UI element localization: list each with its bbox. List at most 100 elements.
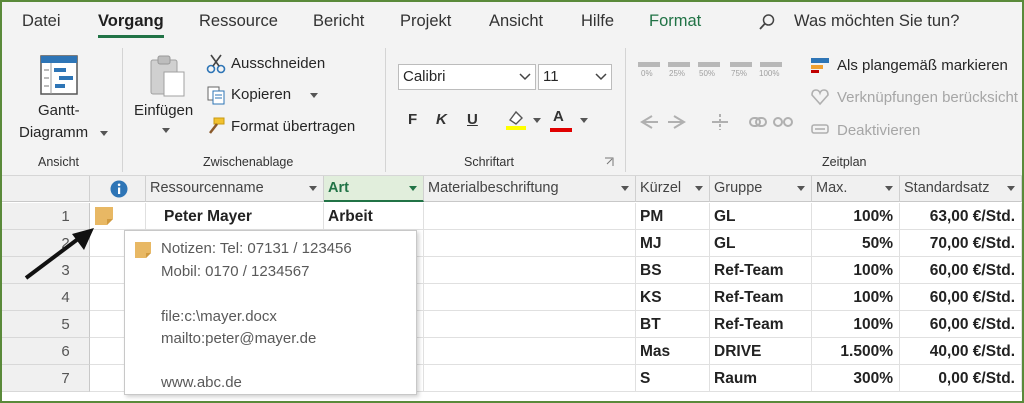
- percent-25-button[interactable]: 25%: [669, 69, 685, 78]
- copy-icon[interactable]: [206, 85, 226, 105]
- row-number[interactable]: 4: [2, 284, 90, 311]
- tab-vorgang[interactable]: Vorgang: [98, 12, 164, 38]
- standard-rate-cell[interactable]: 0,00 €/Std.: [900, 365, 1022, 392]
- chevron-down-icon[interactable]: [162, 128, 170, 134]
- paste-icon[interactable]: [147, 54, 187, 98]
- chevron-down-icon[interactable]: [519, 73, 531, 81]
- link-unlink-icon[interactable]: [748, 112, 794, 132]
- font-name-combo[interactable]: Calibri: [398, 64, 536, 90]
- column-header-max-units[interactable]: Max.: [812, 176, 900, 202]
- row-number[interactable]: 6: [2, 338, 90, 365]
- column-header-standard-rate[interactable]: Standardsatz: [900, 176, 1022, 202]
- standard-rate-cell[interactable]: 63,00 €/Std.: [900, 203, 1022, 230]
- filter-arrow-icon[interactable]: [797, 186, 805, 191]
- row-number[interactable]: 7: [2, 365, 90, 392]
- material-label-cell[interactable]: [424, 365, 636, 392]
- paste-label[interactable]: Einfügen: [134, 102, 193, 119]
- bold-button[interactable]: F: [408, 111, 417, 128]
- dialog-launcher-icon[interactable]: [604, 157, 614, 167]
- gantt-label-line2[interactable]: Diagramm: [19, 124, 88, 141]
- indent-outdent-icon[interactable]: [638, 112, 688, 132]
- mark-on-track-icon[interactable]: [810, 56, 830, 74]
- initials-cell[interactable]: KS: [636, 284, 710, 311]
- split-task-icon[interactable]: [710, 112, 730, 132]
- max-units-cell[interactable]: 1.500%: [812, 338, 900, 365]
- percent-100-button[interactable]: 100%: [759, 69, 779, 78]
- filter-arrow-icon[interactable]: [621, 186, 629, 191]
- standard-rate-cell[interactable]: 60,00 €/Std.: [900, 284, 1022, 311]
- max-units-cell[interactable]: 100%: [812, 203, 900, 230]
- row-number[interactable]: 5: [2, 311, 90, 338]
- column-header-initials[interactable]: Kürzel: [636, 176, 710, 202]
- tab-ressource[interactable]: Ressource: [199, 12, 278, 31]
- filter-arrow-icon[interactable]: [309, 186, 317, 191]
- deactivate-icon[interactable]: [810, 121, 830, 137]
- initials-cell[interactable]: BS: [636, 257, 710, 284]
- font-color-button[interactable]: A: [553, 108, 564, 125]
- material-label-cell[interactable]: [424, 257, 636, 284]
- material-label-cell[interactable]: [424, 230, 636, 257]
- respect-links-icon[interactable]: [810, 88, 830, 106]
- group-cell[interactable]: GL: [710, 230, 812, 257]
- max-units-cell[interactable]: 50%: [812, 230, 900, 257]
- column-header-type[interactable]: Art: [324, 176, 424, 202]
- deactivate-button[interactable]: Deaktivieren: [837, 122, 920, 139]
- type-cell[interactable]: Arbeit: [324, 203, 424, 230]
- gantt-label-line1[interactable]: Gantt-: [38, 102, 80, 119]
- group-cell[interactable]: Ref-Team: [710, 257, 812, 284]
- filter-arrow-icon[interactable]: [1007, 186, 1015, 191]
- mark-on-track-button[interactable]: Als plangemäß markieren: [837, 57, 1008, 74]
- percent-75-button[interactable]: 75%: [731, 69, 747, 78]
- note-indicator-icon[interactable]: [94, 206, 114, 226]
- highlight-color-icon[interactable]: [504, 108, 528, 132]
- initials-cell[interactable]: PM: [636, 203, 710, 230]
- initials-cell[interactable]: BT: [636, 311, 710, 338]
- material-label-cell[interactable]: [424, 311, 636, 338]
- respect-links-button[interactable]: Verknüpfungen berücksicht: [837, 89, 1018, 106]
- chevron-down-icon[interactable]: [580, 118, 588, 124]
- tab-format[interactable]: Format: [649, 12, 701, 31]
- tab-hilfe[interactable]: Hilfe: [581, 12, 614, 31]
- font-size-combo[interactable]: 11: [538, 64, 612, 90]
- chevron-down-icon[interactable]: [310, 93, 318, 99]
- chevron-down-icon[interactable]: [100, 131, 108, 137]
- column-header-material-label[interactable]: Materialbeschriftung: [424, 176, 636, 202]
- standard-rate-cell[interactable]: 60,00 €/Std.: [900, 311, 1022, 338]
- max-units-cell[interactable]: 100%: [812, 257, 900, 284]
- chevron-down-icon[interactable]: [595, 73, 607, 81]
- tab-bericht[interactable]: Bericht: [313, 12, 364, 31]
- gantt-chart-icon[interactable]: [39, 54, 79, 96]
- max-units-cell[interactable]: 300%: [812, 365, 900, 392]
- percent-50-button[interactable]: 50%: [699, 69, 715, 78]
- filter-arrow-icon[interactable]: [695, 186, 703, 191]
- resource-name-cell[interactable]: Peter Mayer: [146, 203, 324, 230]
- group-cell[interactable]: DRIVE: [710, 338, 812, 365]
- tab-projekt[interactable]: Projekt: [400, 12, 451, 31]
- percent-0-button[interactable]: 0%: [641, 69, 653, 78]
- max-units-cell[interactable]: 100%: [812, 311, 900, 338]
- tab-datei[interactable]: Datei: [22, 12, 61, 31]
- chevron-down-icon[interactable]: [533, 118, 541, 124]
- underline-button[interactable]: U: [467, 111, 478, 128]
- tab-ansicht[interactable]: Ansicht: [489, 12, 543, 31]
- group-cell[interactable]: GL: [710, 203, 812, 230]
- max-units-cell[interactable]: 100%: [812, 284, 900, 311]
- cut-button[interactable]: Ausschneiden: [231, 55, 325, 72]
- filter-arrow-icon[interactable]: [885, 186, 893, 191]
- group-cell[interactable]: Ref-Team: [710, 311, 812, 338]
- material-label-cell[interactable]: [424, 203, 636, 230]
- filter-arrow-icon[interactable]: [409, 186, 417, 191]
- group-cell[interactable]: Ref-Team: [710, 284, 812, 311]
- group-cell[interactable]: Raum: [710, 365, 812, 392]
- italic-button[interactable]: K: [436, 111, 447, 128]
- material-label-cell[interactable]: [424, 284, 636, 311]
- copy-button[interactable]: Kopieren: [231, 86, 291, 103]
- initials-cell[interactable]: Mas: [636, 338, 710, 365]
- standard-rate-cell[interactable]: 40,00 €/Std.: [900, 338, 1022, 365]
- material-label-cell[interactable]: [424, 338, 636, 365]
- scissors-icon[interactable]: [206, 54, 226, 74]
- format-painter-icon[interactable]: [206, 116, 226, 136]
- standard-rate-cell[interactable]: 70,00 €/Std.: [900, 230, 1022, 257]
- column-header-resource-name[interactable]: Ressourcenname: [146, 176, 324, 202]
- search-icon[interactable]: [758, 13, 776, 31]
